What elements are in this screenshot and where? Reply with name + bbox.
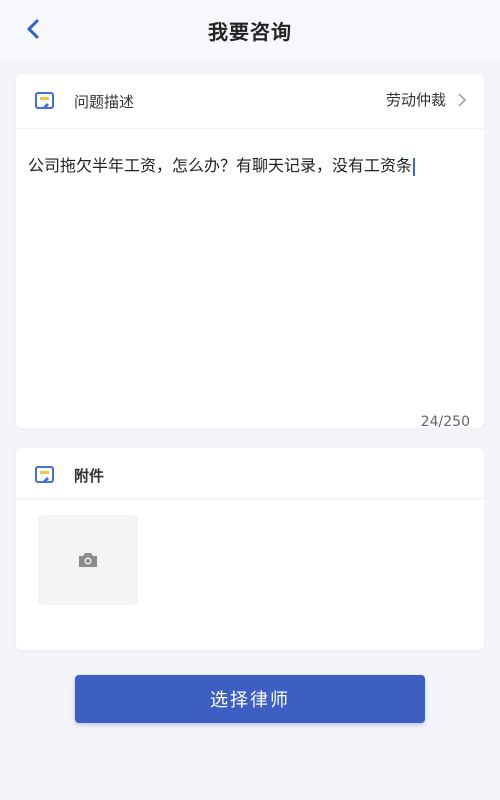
page-title: 我要咨询 [208, 20, 292, 44]
attachment-header: 附件 [16, 448, 484, 499]
chevron-right-icon [458, 92, 466, 107]
attachment-card: 附件 [16, 448, 484, 650]
attachment-label: 附件 [74, 467, 105, 485]
note-edit-icon [35, 92, 54, 109]
choose-lawyer-button[interactable]: 选择律师 [75, 675, 425, 723]
char-counter: 24/250 [420, 414, 470, 430]
top-bar: 我要咨询 [0, 0, 500, 62]
problem-card: 问题描述 劳动仲裁 公司拖欠半年工资，怎么办？有聊天记录，没有工资条 24/25… [16, 74, 484, 430]
category-value: 劳动仲裁 [385, 91, 446, 109]
problem-header: 问题描述 劳动仲裁 [16, 74, 484, 129]
problem-textarea[interactable]: 公司拖欠半年工资，怎么办？有聊天记录，没有工资条 [28, 154, 472, 178]
problem-text: 公司拖欠半年工资，怎么办？有聊天记录，没有工资条 [28, 156, 413, 175]
note-edit-icon [35, 466, 54, 483]
camera-icon [79, 553, 97, 567]
problem-label: 问题描述 [74, 93, 135, 111]
category-selector[interactable]: 劳动仲裁 [386, 89, 466, 110]
upload-photo-button[interactable] [38, 515, 138, 605]
text-caret [413, 157, 416, 176]
